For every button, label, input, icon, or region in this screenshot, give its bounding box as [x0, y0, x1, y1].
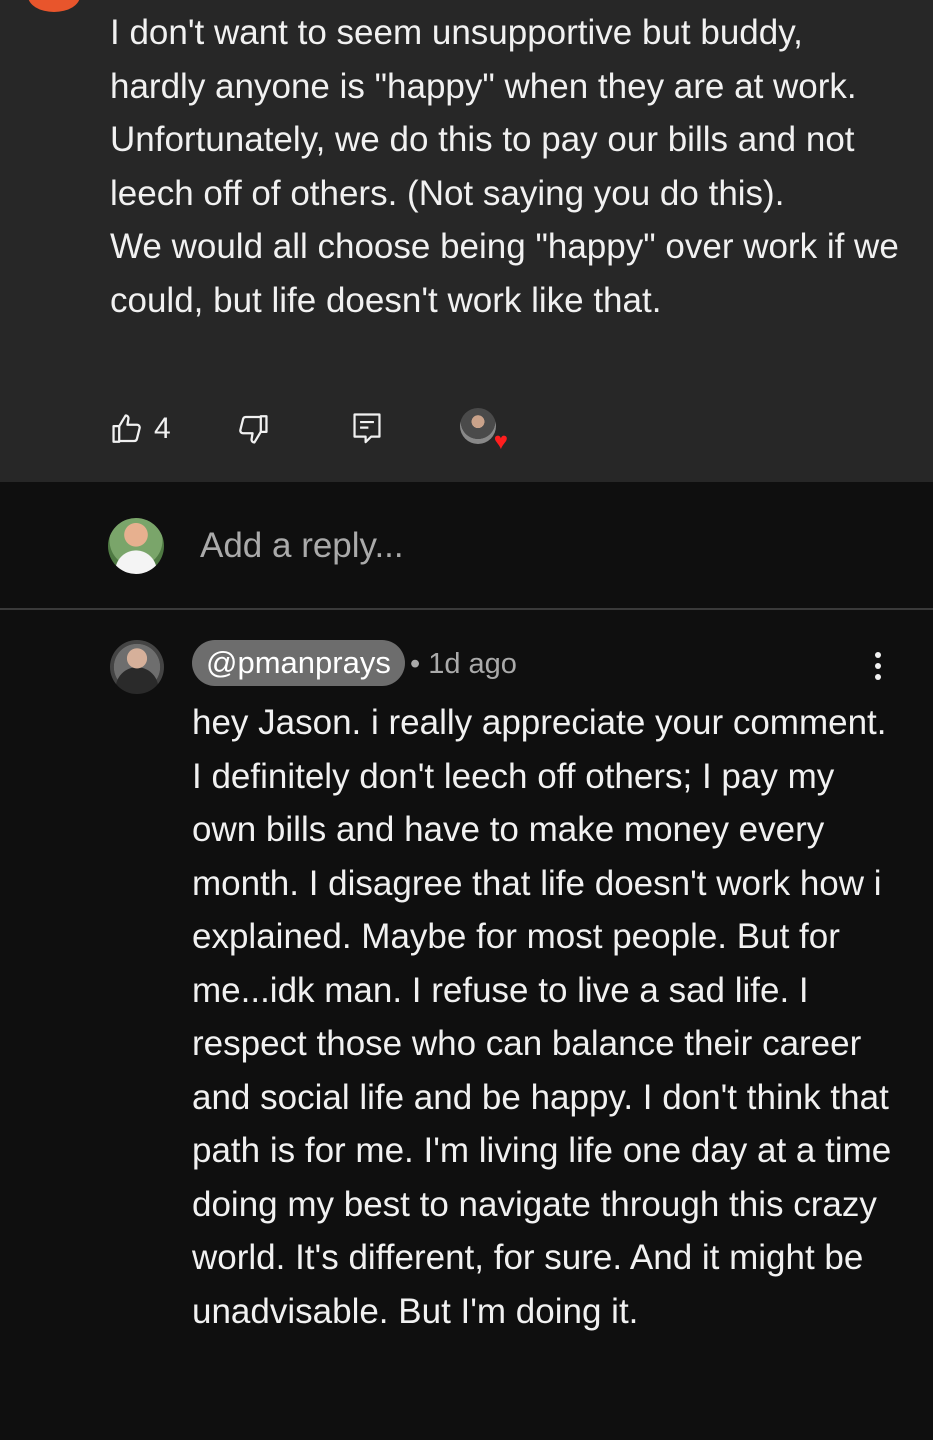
comment-text: I don't want to seem unsupportive but bu… [110, 13, 899, 320]
creator-heart: ♥ [460, 408, 508, 454]
more-vert-icon [875, 652, 881, 658]
creator-avatar [460, 408, 496, 444]
add-reply-input[interactable]: Add a reply... [200, 526, 404, 566]
add-reply-row[interactable]: Add a reply... [0, 482, 933, 610]
thumbs-up-icon [112, 414, 141, 443]
comment-actions: 4 [110, 406, 610, 456]
commenter-avatar[interactable] [28, 0, 80, 12]
user-avatar [108, 518, 164, 574]
creator-heart-icon: ♥ [493, 428, 508, 455]
dislike-button[interactable] [236, 406, 270, 452]
reply-text: hey Jason. i really appreciate your comm… [192, 703, 892, 1331]
like-button[interactable]: 4 [110, 406, 171, 452]
highlighted-comment: I don't want to seem unsupportive but bu… [0, 0, 933, 482]
thumbs-down-icon [239, 415, 268, 444]
reply-comment: @pmanprays • 1d ago hey Jason. i really … [0, 612, 933, 1440]
author-avatar[interactable] [110, 640, 164, 694]
author-name[interactable]: @pmanprays [192, 640, 405, 686]
more-options-button[interactable] [862, 646, 894, 686]
like-count: 4 [154, 412, 171, 445]
reply-icon [353, 413, 381, 444]
more-vert-icon-dot [875, 674, 881, 680]
reply-button[interactable] [350, 406, 384, 452]
comment-timestamp: • 1d ago [410, 648, 517, 680]
comments-thread: I don't want to seem unsupportive but bu… [0, 0, 933, 1440]
more-vert-icon-dot [875, 663, 881, 669]
